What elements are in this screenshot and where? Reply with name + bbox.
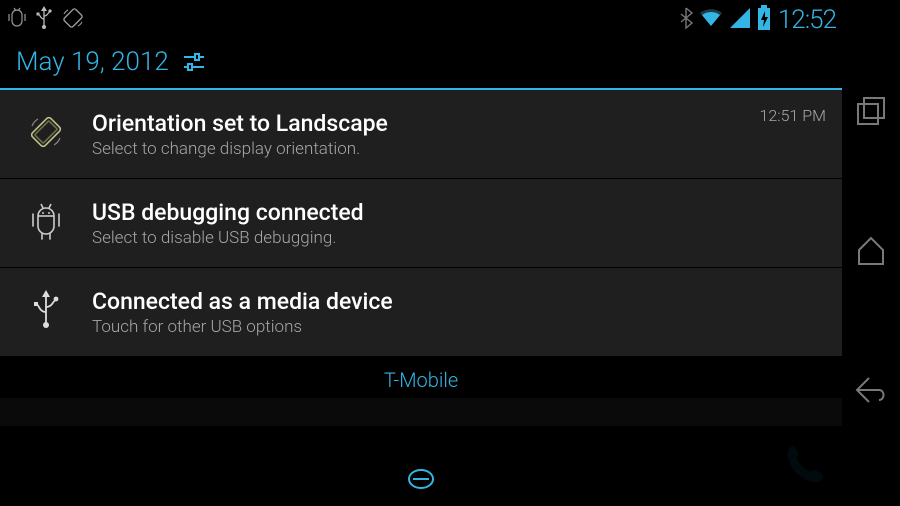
usb-icon: [31, 290, 61, 334]
back-button[interactable]: [853, 372, 889, 412]
rotation-lock-icon: [26, 112, 66, 156]
carrier-text: T-Mobile: [384, 368, 458, 392]
status-bar: 12:52: [0, 0, 842, 36]
signal-icon: [728, 6, 752, 34]
bluetooth-icon: [678, 6, 694, 34]
notification-item[interactable]: Orientation set to Landscape Select to c…: [0, 90, 842, 179]
adb-icon: [6, 6, 28, 34]
shade-handle-icon[interactable]: [403, 468, 439, 494]
shade-header: May 19, 2012: [0, 36, 842, 88]
status-clock: 12:52: [776, 5, 836, 35]
notification-subtitle: Select to disable USB debugging.: [92, 228, 826, 248]
notification-time: 12:51 PM: [760, 106, 826, 125]
notification-subtitle: Touch for other USB options: [92, 317, 826, 337]
notification-title: USB debugging connected: [92, 199, 826, 226]
notification-title: Orientation set to Landscape: [92, 110, 760, 137]
quicksettings-icon[interactable]: [179, 47, 209, 77]
wifi-icon: [698, 6, 724, 34]
rotation-lock-icon: [60, 6, 86, 34]
notification-panel: Orientation set to Landscape Select to c…: [0, 90, 842, 357]
shade-date: May 19, 2012: [16, 47, 169, 77]
usb-icon: [34, 6, 54, 34]
notification-item[interactable]: USB debugging connected Select to disabl…: [0, 179, 842, 268]
carrier-label: T-Mobile: [0, 357, 842, 403]
notification-title: Connected as a media device: [92, 288, 826, 315]
home-button[interactable]: [853, 232, 889, 272]
notification-subtitle: Select to change display orientation.: [92, 139, 760, 159]
recents-button[interactable]: [854, 94, 888, 132]
battery-charging-icon: [756, 5, 772, 35]
system-nav-bar: [842, 0, 900, 506]
adb-icon: [29, 202, 63, 244]
notification-item[interactable]: Connected as a media device Touch for ot…: [0, 268, 842, 357]
